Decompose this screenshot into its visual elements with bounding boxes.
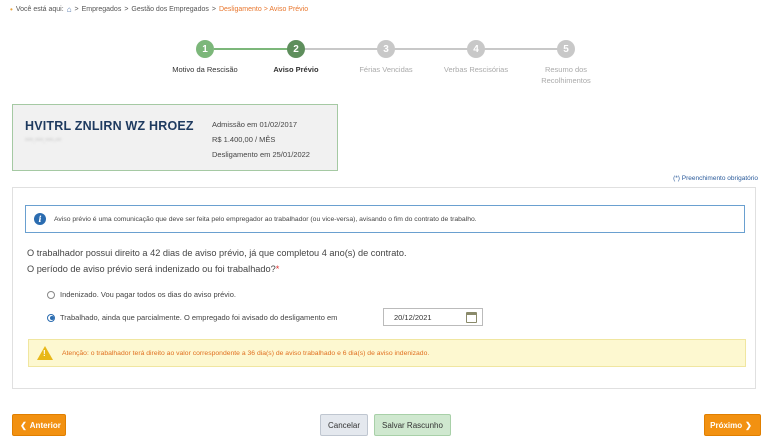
step-5-label: Resumo dos Recolhimentos: [541, 65, 591, 85]
option-trabalhado[interactable]: Trabalhado, ainda que parcialmente. O em…: [47, 313, 337, 322]
step-2-label: Aviso Prévio: [273, 65, 319, 74]
warning-icon: !: [37, 346, 53, 360]
termination-date: Desligamento em 25/01/2022: [212, 150, 310, 159]
progress-stepper: 1 2 3 4 5 Motivo da Rescisão Aviso Prévi…: [0, 40, 768, 90]
notice-question-text: O período de aviso prévio será indenizad…: [27, 264, 276, 274]
warning-text: Atenção: o trabalhador terá direito ao v…: [62, 349, 430, 357]
step-3-label: Férias Vencidas: [359, 65, 413, 74]
next-button[interactable]: Próximo ❯: [704, 414, 761, 436]
previous-button-label: Anterior: [29, 420, 61, 430]
previous-button[interactable]: ❮ Anterior: [12, 414, 66, 436]
entitlement-text-part: dias de aviso prévio, já que completou: [160, 248, 322, 258]
step-5-circle: 5: [557, 40, 575, 58]
breadcrumb-prefix: Você está aqui:: [15, 6, 64, 13]
calendar-icon[interactable]: [466, 312, 477, 323]
warning-box: ! Atenção: o trabalhador terá direito ao…: [28, 339, 746, 367]
step-3-circle: 3: [377, 40, 395, 58]
breadcrumb-separator: >: [74, 6, 79, 13]
cancel-button[interactable]: Cancelar: [320, 414, 368, 436]
breadcrumb-item-gestao[interactable]: Gestão dos Empregados: [131, 6, 208, 13]
salary: R$ 1.400,00 / MÊS: [212, 135, 276, 144]
employee-name: HVITRL ZNLIRN WZ HROEZ: [25, 119, 194, 133]
step-4-label: Verbas Rescisórias: [443, 65, 509, 74]
notice-date-value[interactable]: 20/12/2021: [394, 313, 432, 322]
breadcrumb-separator: >: [211, 6, 216, 13]
notice-question: O período de aviso prévio será indenizad…: [27, 264, 279, 274]
chevron-right-icon: ❯: [745, 420, 752, 430]
step-connector: [394, 48, 476, 50]
step-connector: [484, 48, 566, 50]
breadcrumb: • Você está aqui: ⌂ > Empregados > Gestã…: [10, 5, 308, 14]
info-icon: i: [34, 213, 46, 225]
home-icon[interactable]: ⌂: [67, 5, 72, 14]
notice-panel: i Aviso prévio é uma comunicação que dev…: [12, 187, 756, 389]
employee-details: Admissão em 01/02/2017 R$ 1.400,00 / MÊS…: [212, 117, 310, 162]
entitlement-text-part: O trabalhador possui direito a: [27, 248, 151, 258]
employee-cpf: ***.***.***-**: [25, 138, 62, 145]
bullet-icon: •: [10, 5, 13, 14]
notice-date-input[interactable]: 20/12/2021: [383, 308, 483, 326]
entitlement-days: 42: [150, 248, 161, 258]
entitlement-text-part: ano(s) de contrato.: [326, 248, 407, 258]
step-1-circle[interactable]: 1: [196, 40, 214, 58]
entitlement-text: O trabalhador possui direito a 42 dias d…: [27, 248, 407, 258]
breadcrumb-item-empregados[interactable]: Empregados: [82, 6, 122, 13]
breadcrumb-current: Desligamento > Aviso Prévio: [218, 6, 309, 13]
step-connector: [214, 48, 296, 50]
chevron-left-icon: ❮: [20, 420, 27, 430]
radio-trabalhado[interactable]: [47, 313, 55, 322]
radio-indenizado[interactable]: [47, 290, 55, 299]
admission-date: Admissão em 01/02/2017: [212, 120, 298, 129]
save-draft-button[interactable]: Salvar Rascunho: [374, 414, 451, 436]
employee-card: HVITRL ZNLIRN WZ HROEZ ***.***.***-** Ad…: [12, 104, 338, 171]
info-text: Aviso prévio é uma comunicação que deve …: [54, 215, 477, 223]
step-2-circle: 2: [287, 40, 305, 58]
required-note: (*) Preenchimento obrigatório: [673, 175, 758, 182]
breadcrumb-separator: >: [124, 6, 129, 13]
option-indenizado-label[interactable]: Indenizado. Vou pagar todos os dias do a…: [60, 290, 236, 299]
step-connector: [304, 48, 386, 50]
info-box: i Aviso prévio é uma comunicação que dev…: [25, 205, 745, 233]
step-1-label: Motivo da Rescisão: [172, 65, 238, 74]
next-button-label: Próximo: [710, 420, 743, 430]
option-trabalhado-label[interactable]: Trabalhado, ainda que parcialmente. O em…: [60, 313, 337, 322]
option-indenizado[interactable]: Indenizado. Vou pagar todos os dias do a…: [47, 290, 236, 299]
required-mark: *: [275, 264, 280, 274]
step-4-circle: 4: [467, 40, 485, 58]
